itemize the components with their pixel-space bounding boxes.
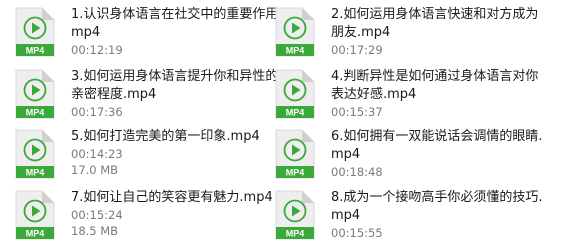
file-size: 18.5 MB — [71, 224, 119, 238]
svg-text:MP4: MP4 — [26, 108, 45, 118]
file-item-7[interactable]: MP4 7.如何让自己的笑容更有魅力.mp4 00:15:24 18.5 MB — [8, 189, 290, 251]
mp4-video-file-icon: MP4 — [8, 189, 60, 241]
svg-text:MP4: MP4 — [286, 168, 305, 178]
file-name: 6.如何拥有一双能说话会调情的眼睛.mp4 — [331, 129, 543, 162]
mp4-video-file-icon: MP4 — [268, 128, 320, 180]
file-info: 1.认识身体语言在社交中的重要作用.mp4 00:12:19 — [71, 6, 289, 58]
file-item-1[interactable]: MP4 1.认识身体语言在社交中的重要作用.mp4 00:12:19 — [8, 6, 290, 68]
file-duration: 00:18:48 — [331, 165, 383, 179]
file-item-4[interactable]: MP4 4.判断异性是如何通过身体语言对你表达好感.mp4 00:15:37 — [268, 68, 550, 130]
file-name: 2.如何运用身体语言快速和对方成为朋友.mp4 — [331, 7, 539, 40]
file-name: 4.判断异性是如何通过身体语言对你表达好感.mp4 — [331, 69, 539, 102]
svg-text:MP4: MP4 — [286, 229, 305, 239]
svg-text:MP4: MP4 — [286, 108, 305, 118]
svg-text:MP4: MP4 — [286, 46, 305, 56]
file-item-8[interactable]: MP4 8.成为一个接吻高手你必须懂的技巧.mp4 00:15:55 — [268, 189, 550, 251]
file-duration: 00:15:37 — [331, 105, 383, 119]
file-name: 8.成为一个接吻高手你必须懂的技巧.mp4 — [331, 190, 543, 223]
mp4-video-file-icon: MP4 — [268, 6, 320, 58]
file-info: 6.如何拥有一双能说话会调情的眼睛.mp4 00:18:48 — [331, 128, 549, 180]
file-duration: 00:15:24 — [71, 208, 123, 222]
file-item-6[interactable]: MP4 6.如何拥有一双能说话会调情的眼睛.mp4 00:18:48 — [268, 128, 550, 190]
file-duration: 00:14:23 — [71, 147, 123, 161]
file-info: 2.如何运用身体语言快速和对方成为朋友.mp4 00:17:29 — [331, 6, 549, 58]
file-info: 7.如何让自己的笑容更有魅力.mp4 00:15:24 18.5 MB — [71, 189, 289, 239]
file-duration: 00:17:29 — [331, 43, 383, 57]
file-info: 4.判断异性是如何通过身体语言对你表达好感.mp4 00:15:37 — [331, 68, 549, 120]
file-info: 5.如何打造完美的第一印象.mp4 00:14:23 17.0 MB — [71, 128, 289, 178]
mp4-video-file-icon: MP4 — [8, 6, 60, 58]
mp4-video-file-icon: MP4 — [8, 68, 60, 120]
file-item-2[interactable]: MP4 2.如何运用身体语言快速和对方成为朋友.mp4 00:17:29 — [268, 6, 550, 68]
file-size: 17.0 MB — [71, 163, 119, 177]
file-duration: 00:17:36 — [71, 105, 123, 119]
mp4-video-file-icon: MP4 — [268, 189, 320, 241]
file-item-5[interactable]: MP4 5.如何打造完美的第一印象.mp4 00:14:23 17.0 MB — [8, 128, 290, 190]
file-info: 3.如何运用身体语言提升你和异性的亲密程度.mp4 00:17:36 — [71, 68, 289, 120]
file-item-3[interactable]: MP4 3.如何运用身体语言提升你和异性的亲密程度.mp4 00:17:36 — [8, 68, 290, 130]
mp4-video-file-icon: MP4 — [8, 128, 60, 180]
mp4-video-file-icon: MP4 — [268, 68, 320, 120]
file-name: 7.如何让自己的笑容更有魅力.mp4 — [71, 190, 273, 205]
svg-text:MP4: MP4 — [26, 168, 45, 178]
svg-text:MP4: MP4 — [26, 46, 45, 56]
file-name: 1.认识身体语言在社交中的重要作用.mp4 — [71, 7, 283, 40]
file-name: 3.如何运用身体语言提升你和异性的亲密程度.mp4 — [71, 69, 279, 102]
file-duration: 00:15:55 — [331, 226, 383, 240]
file-info: 8.成为一个接吻高手你必须懂的技巧.mp4 00:15:55 — [331, 189, 549, 241]
svg-text:MP4: MP4 — [26, 229, 45, 239]
file-duration: 00:12:19 — [71, 43, 123, 57]
file-name: 5.如何打造完美的第一印象.mp4 — [71, 129, 260, 144]
